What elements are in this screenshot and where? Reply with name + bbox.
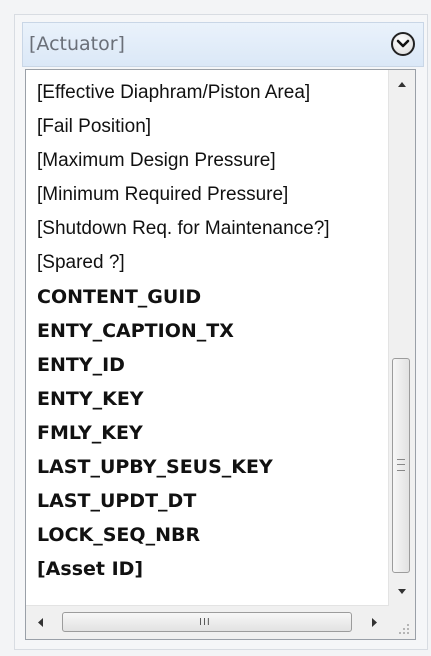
resize-grip-icon[interactable] [389, 606, 415, 639]
vertical-scroll-thumb[interactable] [392, 358, 410, 573]
panel-header[interactable]: [Actuator] [22, 22, 424, 67]
list-item[interactable]: [Minimum Required Pressure] [37, 178, 330, 212]
scroll-right-icon[interactable] [359, 606, 389, 639]
list-item[interactable]: CONTENT_GUID [37, 280, 330, 314]
scroll-left-icon[interactable] [26, 606, 56, 639]
grip-icon: III [199, 617, 211, 628]
list-item[interactable]: LAST_UPBY_SEUS_KEY [37, 450, 330, 484]
list-item[interactable]: ENTY_CAPTION_TX [37, 314, 330, 348]
chevron-down-circle-icon[interactable] [391, 32, 415, 56]
scroll-down-icon[interactable] [389, 577, 415, 607]
horizontal-scrollbar[interactable]: III [26, 605, 389, 639]
horizontal-scroll-thumb[interactable]: III [62, 612, 352, 632]
entity-panel: [Actuator] [Effective Diaphram/Piston Ar… [0, 0, 431, 656]
list-item[interactable]: ENTY_ID [37, 348, 330, 382]
list-item[interactable]: LAST_UPDT_DT [37, 484, 330, 518]
list-item[interactable]: [Asset ID] [37, 552, 330, 586]
scroll-up-icon[interactable] [389, 70, 415, 100]
list-item[interactable]: LOCK_SEQ_NBR [37, 518, 330, 552]
grip-icon [397, 459, 405, 471]
field-list-items: [Effective Diaphram/Piston Area] [Fail Po… [37, 76, 330, 586]
list-item[interactable]: [Maximum Design Pressure] [37, 144, 330, 178]
list-item[interactable]: [Spared ?] [37, 246, 330, 280]
list-item[interactable]: ENTY_KEY [37, 382, 330, 416]
list-item[interactable]: FMLY_KEY [37, 416, 330, 450]
field-list[interactable]: [Effective Diaphram/Piston Area] [Fail Po… [25, 69, 416, 640]
vertical-scrollbar[interactable] [388, 70, 415, 607]
panel-title: [Actuator] [29, 33, 125, 55]
list-item[interactable]: [Fail Position] [37, 110, 330, 144]
list-item[interactable]: [Effective Diaphram/Piston Area] [37, 76, 330, 110]
list-item[interactable]: [Shutdown Req. for Maintenance?] [37, 212, 330, 246]
